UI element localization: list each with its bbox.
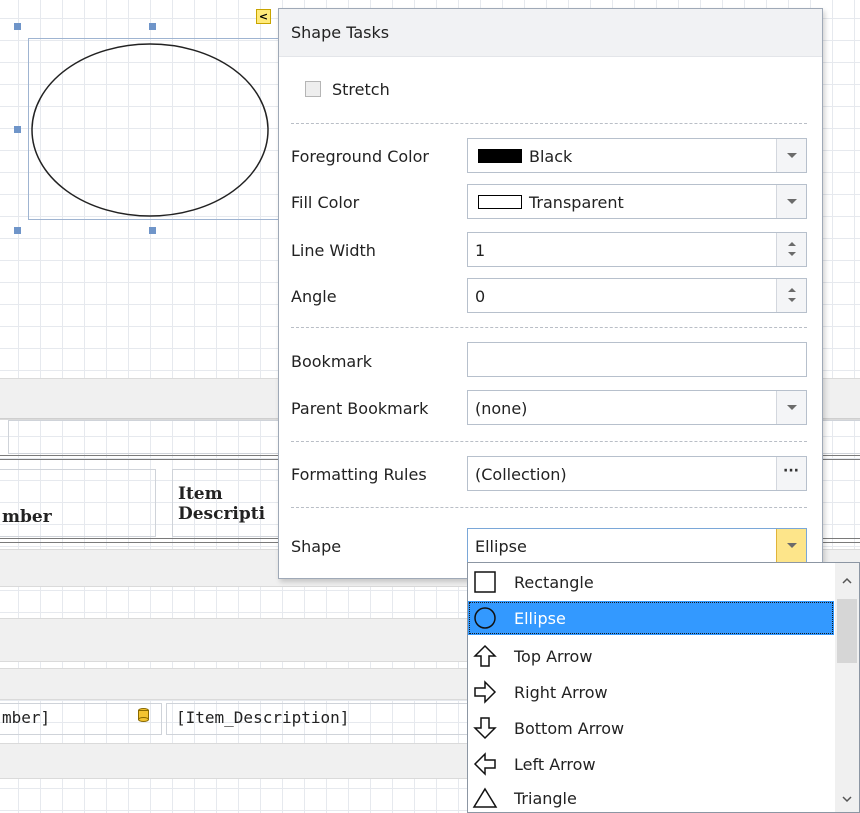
fill-color-dropdown-button[interactable] (776, 185, 806, 218)
shape-value: Ellipse (475, 537, 527, 556)
fill-color-value: Transparent (529, 193, 624, 212)
list-item-label: Ellipse (514, 609, 566, 628)
top-arrow-icon (473, 644, 497, 667)
spin-up-icon[interactable] (788, 288, 796, 292)
parent-bookmark-label: Parent Bookmark (291, 399, 429, 418)
foreground-color-value: Black (529, 147, 573, 166)
line-width-spinner[interactable]: 1 (467, 232, 807, 267)
list-item-top-arrow[interactable]: Top Arrow (468, 639, 834, 673)
bottom-arrow-icon (473, 717, 497, 740)
separator (291, 441, 807, 442)
dropdown-scrollbar[interactable] (835, 563, 859, 812)
parent-bookmark-value: (none) (475, 399, 528, 418)
angle-value: 0 (475, 287, 486, 306)
angle-spinner[interactable]: 0 (467, 278, 807, 313)
chevron-down-icon (787, 405, 797, 410)
list-item-label: Right Arrow (514, 683, 608, 702)
list-item-rectangle[interactable]: Rectangle (468, 565, 834, 599)
fill-color-dropdown[interactable]: Transparent (467, 184, 807, 219)
chevron-down-icon (787, 199, 797, 204)
list-item-right-arrow[interactable]: Right Arrow (468, 675, 834, 709)
list-item-left-arrow[interactable]: Left Arrow (468, 747, 834, 781)
header-cell-number-text: mber (2, 507, 52, 527)
separator (291, 327, 807, 328)
scrollbar-thumb[interactable] (837, 599, 857, 663)
resize-handle-bottom-left[interactable] (14, 227, 21, 234)
formatting-rules-ellipsis-button[interactable]: ··· (776, 457, 806, 490)
resize-handle-top-left[interactable] (14, 23, 21, 30)
triangle-icon (472, 787, 498, 808)
black-swatch (478, 149, 522, 163)
list-item-ellipse[interactable]: Ellipse (468, 601, 834, 635)
spin-down-icon[interactable] (788, 252, 796, 256)
data-cell-description-text: [Item_Description] (176, 708, 350, 727)
shape-tasks-panel: Shape Tasks Stretch Foreground Color Bla… (278, 8, 823, 579)
list-item-label: Triangle (514, 789, 577, 808)
resize-handle-bottom[interactable] (149, 227, 156, 234)
formatting-rules-label: Formatting Rules (291, 465, 427, 484)
panel-header: Shape Tasks (279, 9, 822, 57)
list-item-triangle[interactable]: Triangle (468, 781, 834, 812)
left-arrow-icon (473, 752, 496, 776)
foreground-color-dropdown[interactable]: Black (467, 138, 807, 173)
parent-bookmark-dropdown-button[interactable] (776, 391, 806, 424)
shape-dropdown-list[interactable]: Rectangle Ellipse Top Arrow Right Arrow … (467, 562, 860, 813)
parent-bookmark-dropdown[interactable]: (none) (467, 390, 807, 425)
chevron-down-icon[interactable] (841, 793, 853, 805)
line-width-label: Line Width (291, 241, 376, 260)
list-item-label: Left Arrow (514, 755, 596, 774)
ellipse-icon (474, 607, 496, 629)
list-item-label: Bottom Arrow (514, 719, 625, 738)
resize-handle-left[interactable] (14, 126, 21, 133)
chevron-down-icon (787, 153, 797, 158)
list-item-bottom-arrow[interactable]: Bottom Arrow (468, 711, 834, 745)
stretch-checkbox[interactable] (305, 81, 321, 97)
header-cell-description-line1: Item (178, 484, 223, 504)
formatting-rules-field[interactable]: (Collection) ··· (467, 456, 807, 491)
separator (291, 123, 807, 124)
panel-title: Shape Tasks (291, 23, 390, 42)
smart-tag-button[interactable]: < (256, 9, 271, 24)
shape-label: Shape (291, 537, 342, 556)
line-width-spin-buttons[interactable] (776, 233, 806, 266)
list-item-label: Rectangle (514, 573, 594, 592)
spin-up-icon[interactable] (788, 242, 796, 246)
shape-dropdown[interactable]: Ellipse (467, 528, 807, 563)
ellipsis-icon: ··· (783, 463, 799, 479)
separator (291, 507, 807, 508)
angle-label: Angle (291, 287, 337, 306)
data-cell-number-text: mber] (2, 708, 51, 727)
spin-down-icon[interactable] (788, 298, 796, 302)
resize-handle-top[interactable] (149, 23, 156, 30)
stretch-label: Stretch (332, 80, 390, 99)
bookmark-label: Bookmark (291, 352, 373, 371)
header-cell-description-line2: Descripti (178, 504, 266, 524)
shape-dropdown-button[interactable] (776, 529, 806, 562)
chevron-up-icon[interactable] (841, 575, 853, 587)
right-arrow-icon (474, 680, 497, 704)
formatting-rules-value: (Collection) (475, 465, 567, 484)
transparent-swatch (478, 195, 522, 209)
database-field-icon (138, 708, 149, 722)
fill-color-label: Fill Color (291, 193, 360, 212)
rectangle-icon (474, 571, 496, 593)
ellipse-icon (31, 43, 269, 217)
bookmark-input[interactable] (467, 342, 807, 377)
foreground-color-label: Foreground Color (291, 147, 429, 166)
ellipse-shape-control[interactable] (28, 38, 282, 220)
angle-spin-buttons[interactable] (776, 279, 806, 312)
foreground-color-dropdown-button[interactable] (776, 139, 806, 172)
chevron-down-icon (787, 543, 797, 548)
list-item-label: Top Arrow (514, 647, 593, 666)
line-width-value: 1 (475, 241, 486, 260)
